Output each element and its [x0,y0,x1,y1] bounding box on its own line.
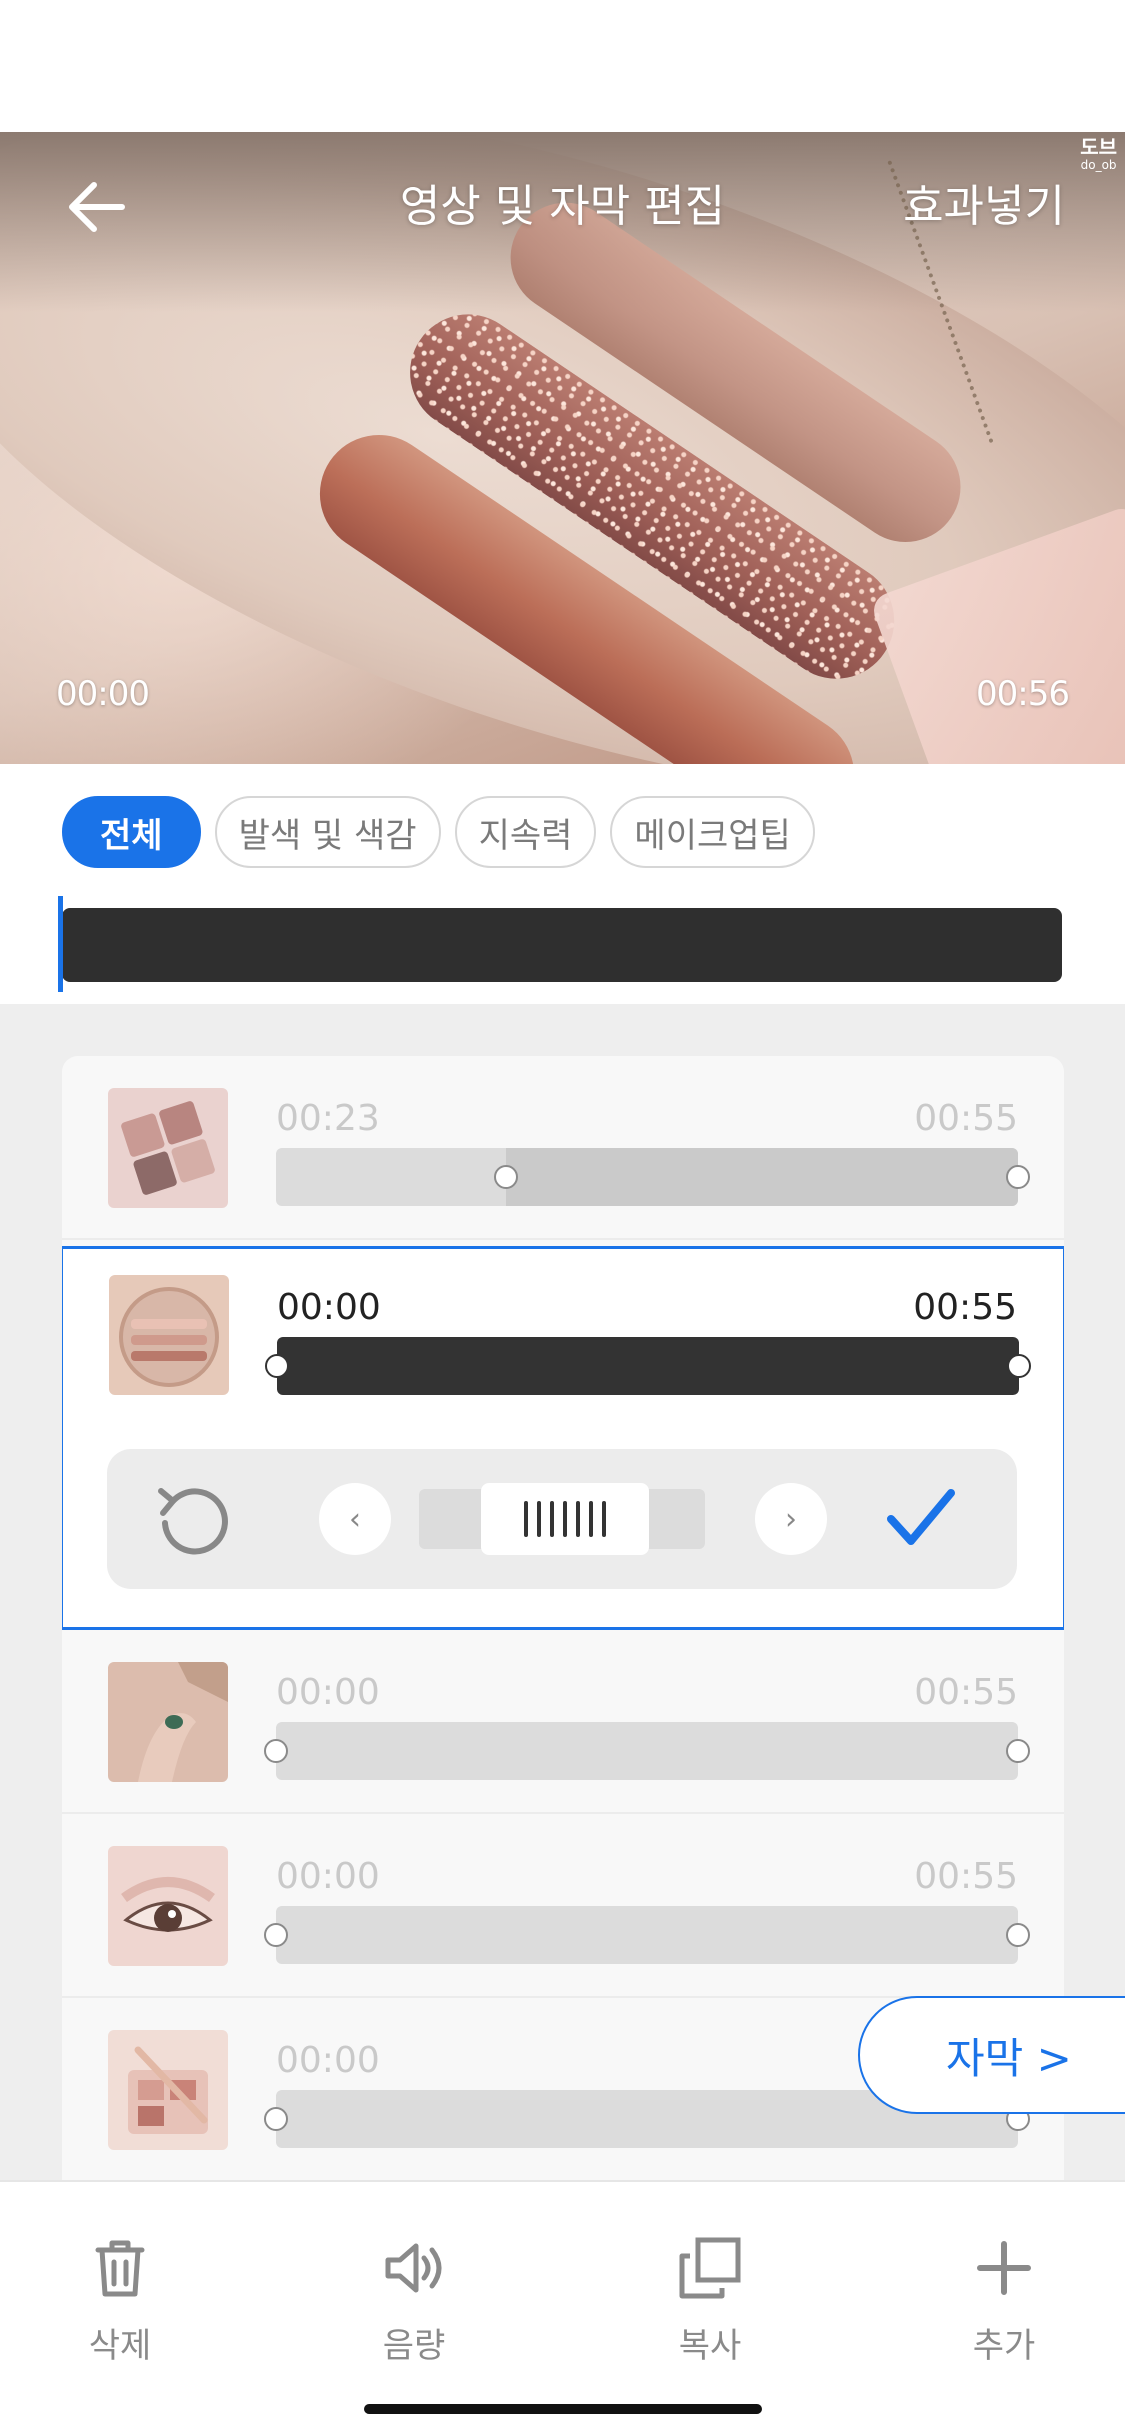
timeline-cursor[interactable] [58,896,63,992]
chevron-right-icon: › [785,1501,797,1537]
clip-track[interactable] [264,1906,1030,1964]
volume-label: 음량 [382,2326,446,2366]
confirm-button[interactable] [885,1485,957,1553]
plus-icon [977,2241,1031,2295]
chip-makeup-tip[interactable]: 메이크업팁 [610,796,815,868]
trim-handle-start[interactable] [264,2107,288,2131]
add-label: 추가 [972,2326,1036,2366]
speaker-icon [385,2243,442,2293]
copy-icon [679,2237,741,2299]
clip-start-time: 00:00 [276,2040,380,2081]
copy-button[interactable]: 복사 [630,2232,790,2367]
delete-label: 삭제 [88,2326,152,2366]
timeline-scrubber[interactable] [62,908,1062,982]
thumbnail-compact-art [109,1275,229,1395]
category-chips: 전체 발색 및 색감 지속력 메이크업팁 [62,796,815,868]
trim-handle-start[interactable] [494,1165,518,1189]
video-time-start: 00:00 [56,674,150,714]
back-button[interactable] [62,172,132,242]
trim-handle-end[interactable] [1006,1923,1030,1947]
trim-handle-end[interactable] [1007,1354,1031,1378]
trim-handle-end[interactable] [1006,1739,1030,1763]
trim-controls: ‹ › [107,1449,1017,1589]
home-indicator [364,2404,762,2414]
clip-start-time: 00:00 [276,1856,380,1897]
clip-track[interactable] [264,1722,1030,1780]
chevron-left-icon: ‹ [349,1501,361,1537]
step-back-button[interactable]: ‹ [319,1483,391,1555]
clip-row-2-selected[interactable]: 00:00 00:55 ‹ › [62,1246,1064,1630]
clip-track[interactable] [265,1337,1031,1395]
watermark-sub: do_ob [1080,158,1117,172]
clip-start-time: 00:00 [276,1672,380,1713]
trim-handle-start[interactable] [265,1354,289,1378]
trim-handle-start[interactable] [264,1923,288,1947]
clip-track[interactable] [276,1148,1030,1206]
clip-start-time: 00:00 [277,1287,381,1328]
video-preview[interactable]: 영상 및 자막 편집 효과넣기 도브 do_ob 00:00 00:56 [0,132,1125,764]
thumbnail-brush-art [108,2030,228,2150]
clip-thumbnail-compact [109,1275,229,1395]
status-bar-area [0,0,1125,132]
page-title: 영상 및 자막 편집 [399,181,726,232]
bottom-toolbar: 삭제 음량 복사 추가 [0,2180,1125,2436]
video-time-end: 00:56 [976,674,1070,714]
slider-knob[interactable] [481,1483,649,1555]
chip-all[interactable]: 전체 [62,796,201,868]
chip-longevity[interactable]: 지속력 [454,796,597,868]
add-button[interactable]: 추가 [924,2232,1084,2367]
effects-button[interactable]: 효과넣기 [903,170,1065,234]
trash-icon [95,2240,145,2297]
clip-end-time: 00:55 [914,1672,1018,1713]
check-icon [887,1489,955,1545]
clip-row-3[interactable]: 00:00 00:55 [62,1630,1064,1814]
arrow-left-icon [69,182,125,232]
clip-end-time: 00:55 [914,1098,1018,1139]
copy-label: 복사 [678,2326,742,2366]
rotate-ccw-icon [158,1488,228,1555]
step-forward-button[interactable]: › [755,1483,827,1555]
reset-button[interactable] [153,1479,233,1559]
subtitle-button[interactable]: 자막 > [858,1996,1125,2114]
trim-handle-start[interactable] [264,1739,288,1763]
thumbnail-eye-art [108,1846,228,1966]
clip-end-time: 00:55 [913,1287,1017,1328]
volume-button[interactable]: 음량 [334,2232,494,2367]
clip-start-time: 00:23 [276,1098,380,1139]
thumbnail-finger-art [108,1662,228,1782]
watermark-logo: 도브 do_ob [1080,137,1117,174]
trim-handle-end[interactable] [1006,1165,1030,1189]
thumbnail-palette-art [108,1088,228,1208]
clip-end-time: 00:55 [914,1856,1018,1897]
clip-row-4[interactable]: 00:00 00:55 [62,1814,1064,1998]
clip-thumbnail-finger [108,1662,228,1782]
clip-row-1[interactable]: 00:23 00:55 [62,1056,1064,1240]
delete-button[interactable]: 삭제 [40,2232,200,2367]
clip-thumbnail-eye [108,1846,228,1966]
clip-track-range [506,1148,1018,1206]
chip-color[interactable]: 발색 및 색감 [214,796,441,868]
clip-thumbnail-brush [108,2030,228,2150]
clip-thumbnail-palette [108,1088,228,1208]
